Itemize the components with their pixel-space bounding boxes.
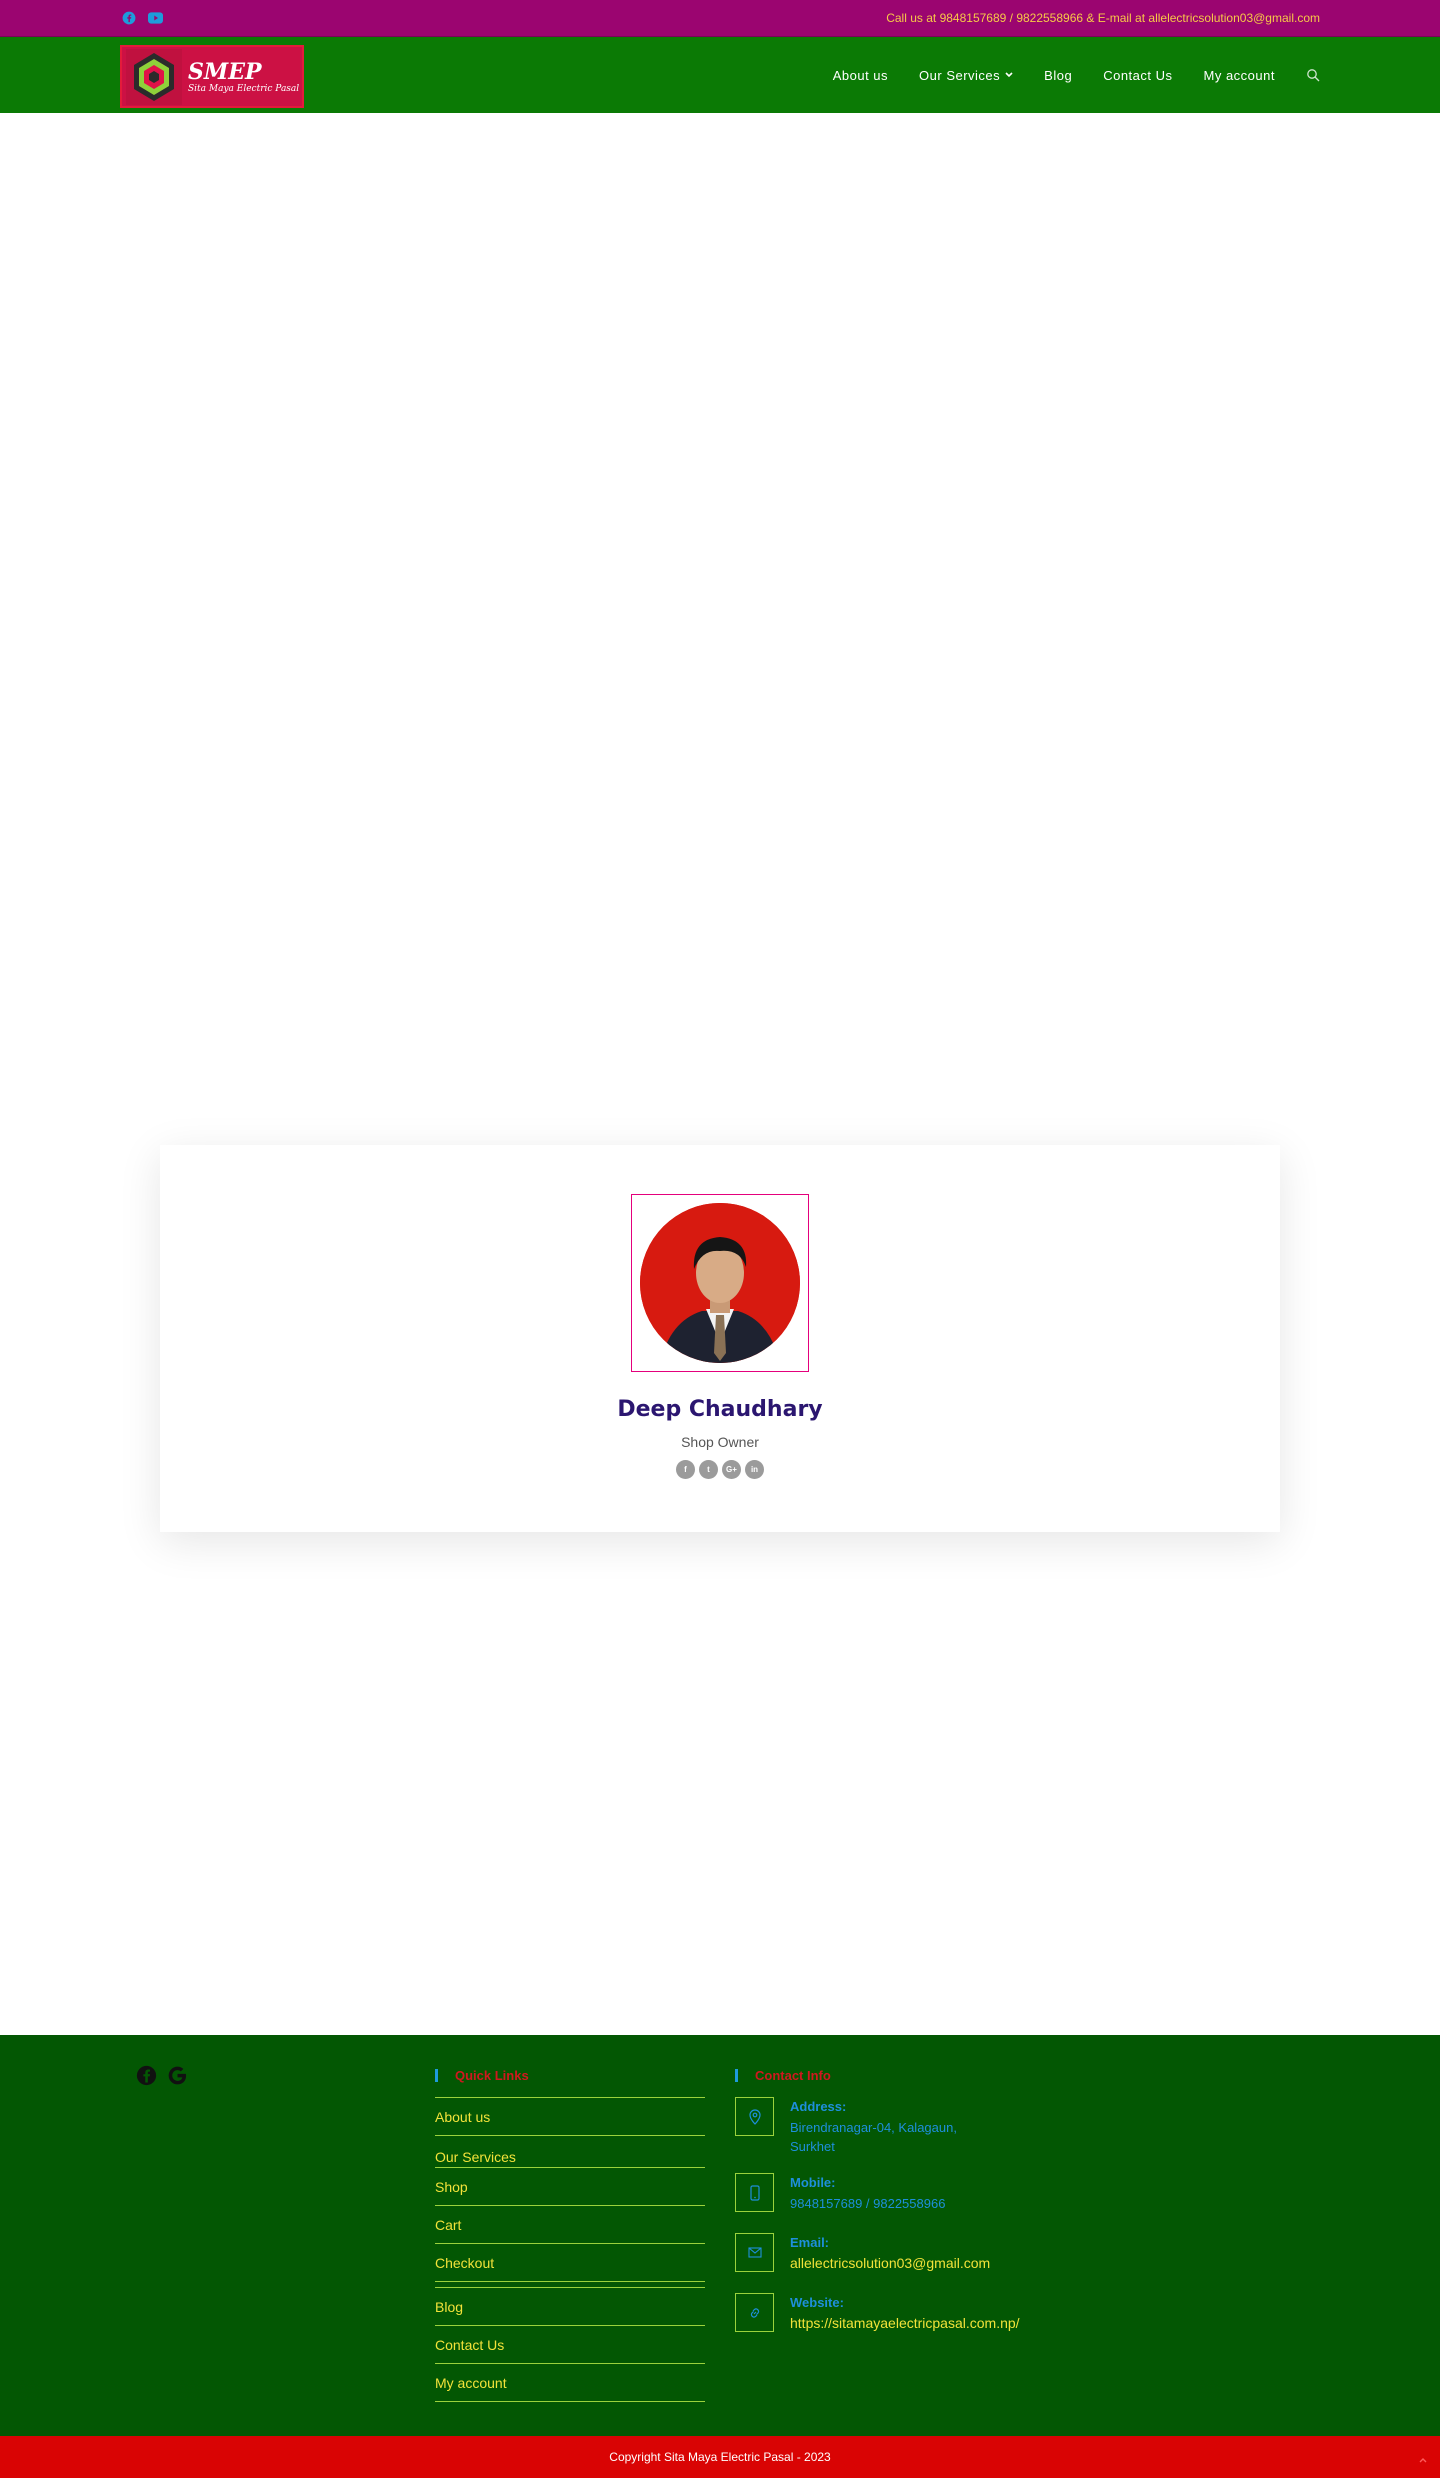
- site-footer: Quick Links About us Our Services Shop C…: [0, 2035, 1440, 2436]
- chevron-down-icon: [1005, 72, 1013, 78]
- footer-social-links: [136, 2065, 188, 2086]
- nav-label: Contact Us: [1103, 67, 1173, 83]
- member-social-links: f t G+ in: [160, 1460, 1280, 1479]
- facebook-icon[interactable]: [120, 9, 137, 26]
- quick-links-list: About us Our Services Shop Cart Checkout…: [435, 2097, 705, 2402]
- footer-link-contact-us[interactable]: Contact Us: [435, 2325, 705, 2363]
- top-contact-text: Call us at 9848157689 / 9822558966 & E-m…: [886, 11, 1320, 25]
- top-social-links: [120, 9, 164, 26]
- member-linkedin-icon[interactable]: in: [745, 1460, 764, 1479]
- website-value[interactable]: https://sitamayaelectricpasal.com.np/: [790, 2314, 1020, 2333]
- email-value[interactable]: allelectricsolution03@gmail.com: [790, 2254, 1000, 2273]
- footer-link-divider: [435, 2401, 705, 2402]
- member-photo-frame: [631, 1194, 809, 1372]
- address-label: Address:: [790, 2099, 847, 2114]
- contact-mobile: Mobile: 9848157689 / 9822558966: [735, 2173, 1035, 2233]
- footer-link-shop[interactable]: Shop: [435, 2167, 705, 2205]
- member-twitter-icon[interactable]: t: [699, 1460, 718, 1479]
- site-logo[interactable]: SMEP Sita Maya Electric Pasal: [120, 45, 304, 108]
- quick-links-title: Quick Links: [435, 2069, 529, 2082]
- contact-email: Email: allelectricsolution03@gmail.com: [735, 2233, 1035, 2293]
- email-label: Email:: [790, 2235, 830, 2250]
- mobile-label: Mobile:: [790, 2175, 836, 2190]
- contact-website: Website: https://sitamayaelectricpasal.c…: [735, 2293, 1035, 2353]
- copyright-text: Copyright Sita Maya Electric Pasal - 202…: [609, 2450, 831, 2464]
- facebook-icon[interactable]: [136, 2065, 157, 2086]
- footer-link-checkout[interactable]: Checkout: [435, 2243, 705, 2281]
- nav-label: My account: [1203, 67, 1275, 83]
- member-google-plus-icon[interactable]: G+: [722, 1460, 741, 1479]
- contact-info-list: Address: Birendranagar-04, Kalagaun, Sur…: [735, 2097, 1035, 2353]
- mobile-phone-icon: [735, 2173, 774, 2212]
- member-facebook-icon[interactable]: f: [676, 1460, 695, 1479]
- logo-brand-text: SMEP: [188, 58, 262, 85]
- footer-link-about-us[interactable]: About us: [435, 2097, 705, 2135]
- footer-link-our-services[interactable]: Our Services: [435, 2135, 705, 2167]
- location-pin-icon: [735, 2097, 774, 2136]
- address-value: Birendranagar-04, Kalagaun, Surkhet: [790, 2120, 957, 2154]
- footer-link-blog[interactable]: Blog: [435, 2287, 705, 2325]
- logo-tagline: Sita Maya Electric Pasal: [188, 83, 300, 94]
- footer-link-my-account[interactable]: My account: [435, 2363, 705, 2401]
- member-role: Shop Owner: [681, 1434, 759, 1450]
- mobile-value[interactable]: 9848157689 / 9822558966: [790, 2194, 1000, 2213]
- link-icon: [735, 2293, 774, 2332]
- top-bar: Call us at 9848157689 / 9822558966 & E-m…: [0, 0, 1440, 37]
- envelope-icon: [735, 2233, 774, 2272]
- member-photo: [640, 1203, 800, 1363]
- footer-link-cart[interactable]: Cart: [435, 2205, 705, 2243]
- nav-label: Blog: [1044, 67, 1073, 83]
- nav-blog[interactable]: Blog: [1044, 68, 1072, 83]
- main-nav: About us Our Services Blog Contact Us My…: [802, 37, 1320, 113]
- nav-contact-us[interactable]: Contact Us: [1103, 68, 1172, 83]
- scroll-to-top-icon[interactable]: [1418, 2452, 1428, 2463]
- nav-about-us[interactable]: About us: [833, 68, 888, 83]
- logo-mark-icon: [126, 48, 182, 105]
- member-name: Deep Chaudhary: [617, 1397, 823, 1422]
- copyright-bar: Copyright Sita Maya Electric Pasal - 202…: [0, 2436, 1440, 2478]
- nav-my-account[interactable]: My account: [1204, 68, 1275, 83]
- nav-our-services[interactable]: Our Services: [919, 68, 1013, 83]
- google-icon[interactable]: [167, 2065, 188, 2086]
- website-label: Website:: [790, 2295, 844, 2310]
- nav-label: About us: [832, 67, 889, 83]
- nav-label: Our Services: [919, 67, 1001, 83]
- site-header: SMEP Sita Maya Electric Pasal About us O…: [0, 37, 1440, 113]
- team-member-card: Deep Chaudhary Shop Owner f t G+ in: [160, 1145, 1280, 1532]
- search-icon[interactable]: [1306, 68, 1320, 82]
- contact-address: Address: Birendranagar-04, Kalagaun, Sur…: [735, 2097, 1035, 2173]
- contact-info-title: Contact Info: [735, 2069, 831, 2082]
- youtube-icon[interactable]: [147, 9, 164, 26]
